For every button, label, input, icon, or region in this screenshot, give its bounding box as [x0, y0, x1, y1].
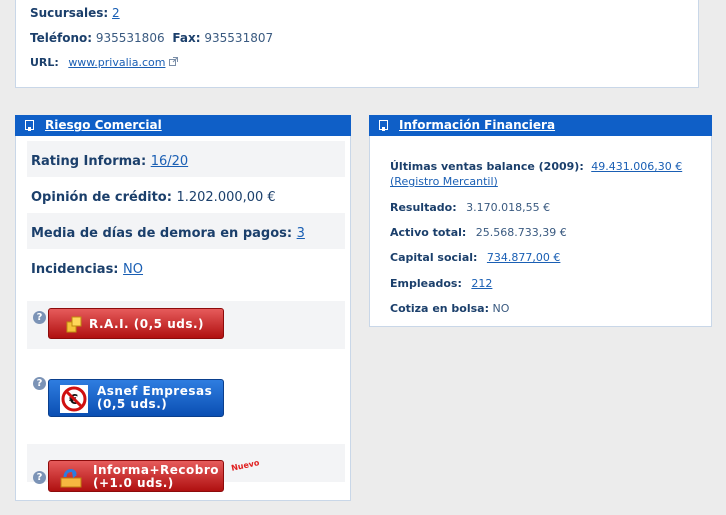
telefono-label: Teléfono:	[30, 31, 93, 45]
url-link[interactable]: www.privalia.com	[68, 56, 165, 69]
pin-icon	[25, 120, 34, 131]
recobro-button-line2: (+1.0 uds.)	[93, 476, 174, 490]
opinion-value: 1.202.000,00 €	[176, 190, 276, 205]
asnef-button[interactable]: € Asnef Empresas (0,5 uds.)	[48, 379, 224, 417]
bolsa-row: Cotiza en bolsa: NO	[390, 302, 509, 315]
resultado-label: Resultado:	[390, 201, 457, 214]
financiera-header: Información Financiera	[369, 115, 712, 136]
incidencias-row: Incidencias: NO	[31, 262, 143, 277]
incidencias-link[interactable]: NO	[123, 262, 143, 277]
riesgo-header: Riesgo Comercial	[15, 115, 351, 136]
telefono-value: 935531806	[95, 31, 165, 45]
ventas-link[interactable]: 49.431.006,30 €	[591, 160, 682, 173]
rating-row: Rating Informa: 16/20	[31, 154, 188, 169]
ventas-row: Últimas ventas balance (2009): 49.431.00…	[390, 160, 682, 173]
financiera-title-link[interactable]: Información Financiera	[399, 115, 555, 136]
incidencias-label: Incidencias:	[31, 262, 119, 277]
capital-row: Capital social: 734.877,00 €	[390, 251, 560, 264]
sucursales-row: Sucursales: 2	[30, 6, 120, 20]
external-link-icon	[168, 57, 178, 66]
help-icon[interactable]: ?	[33, 471, 46, 484]
capital-link[interactable]: 734.877,00 €	[487, 251, 560, 264]
riesgo-title-link[interactable]: Riesgo Comercial	[45, 115, 162, 136]
help-icon[interactable]: ?	[33, 311, 46, 324]
financiera-panel: Últimas ventas balance (2009): 49.431.00…	[369, 136, 712, 327]
pin-icon	[379, 120, 388, 131]
fax-label: Fax:	[172, 31, 201, 45]
rating-link[interactable]: 16/20	[151, 154, 188, 169]
resultado-value: 3.170.018,55 €	[466, 201, 551, 214]
activo-row: Activo total: 25.568.733,39 €	[390, 226, 567, 239]
empleados-label: Empleados:	[390, 277, 462, 290]
rai-button-label: R.A.I. (0,5 uds.)	[89, 317, 205, 331]
empleados-link[interactable]: 212	[471, 277, 492, 290]
registro-mercantil-link[interactable]: (Registro Mercantil)	[390, 175, 498, 188]
media-row: Media de días de demora en pagos: 3	[31, 226, 305, 241]
contact-box: Sucursales: 2 Teléfono: 935531806 Fax: 9…	[15, 0, 699, 88]
telefono-row: Teléfono: 935531806 Fax: 935531807	[30, 31, 273, 45]
coins-icon	[66, 316, 82, 333]
asnef-button-line2: (0,5 uds.)	[97, 397, 168, 411]
bolsa-label: Cotiza en bolsa:	[390, 302, 490, 315]
resultado-row: Resultado: 3.170.018,55 €	[390, 201, 550, 214]
ventas-source-row: (Registro Mercantil)	[390, 175, 498, 188]
media-label: Media de días de demora en pagos:	[31, 226, 293, 241]
url-row: URL: www.privalia.com	[30, 56, 178, 69]
activo-value: 25.568.733,39 €	[475, 226, 567, 239]
bolsa-value: NO	[492, 302, 510, 315]
media-link[interactable]: 3	[297, 226, 305, 241]
help-icon[interactable]: ?	[33, 377, 46, 390]
recobro-icon	[60, 469, 82, 488]
capital-label: Capital social:	[390, 251, 478, 264]
rating-label: Rating Informa:	[31, 154, 147, 169]
url-label: URL:	[30, 56, 59, 69]
recobro-button[interactable]: Informa+Recobro (+1.0 uds.)	[48, 460, 224, 492]
no-euro-icon: €	[60, 385, 88, 413]
ventas-label: Últimas ventas balance (2009):	[390, 160, 584, 173]
opinion-label: Opinión de crédito:	[31, 190, 172, 205]
sucursales-link[interactable]: 2	[112, 6, 120, 20]
sucursales-label: Sucursales:	[30, 6, 109, 20]
riesgo-panel: Rating Informa: 16/20 Opinión de crédito…	[15, 136, 351, 501]
activo-label: Activo total:	[390, 226, 467, 239]
empleados-row: Empleados: 212	[390, 277, 492, 290]
fax-value: 935531807	[204, 31, 274, 45]
opinion-row: Opinión de crédito: 1.202.000,00 €	[31, 190, 276, 205]
rai-button[interactable]: R.A.I. (0,5 uds.)	[48, 308, 224, 339]
